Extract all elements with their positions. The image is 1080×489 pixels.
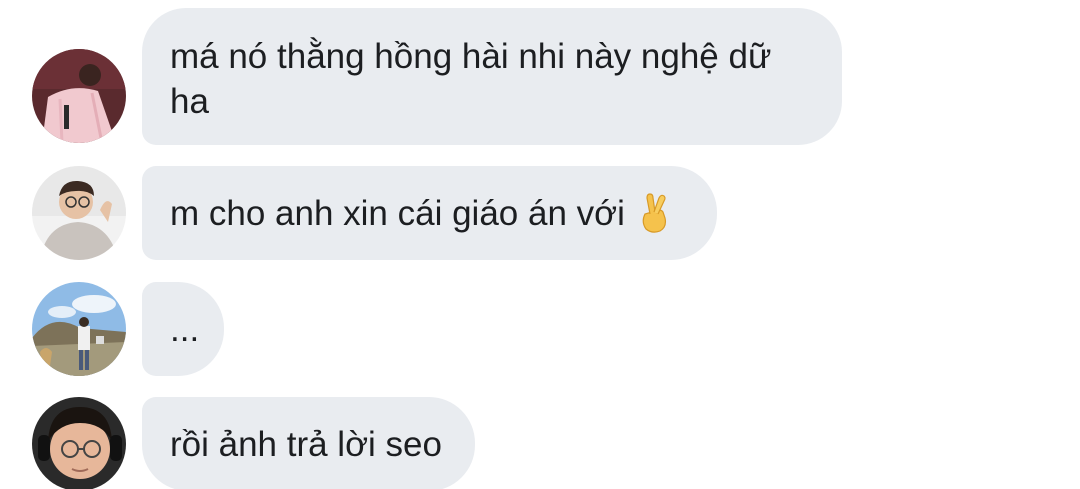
avatar-glasses-hoodie-image [32, 166, 126, 260]
avatar[interactable] [32, 397, 126, 489]
crossed-fingers-icon [637, 192, 671, 234]
message-text: ... [170, 309, 200, 349]
chat-thread: má nó thằng hồng hài nhi này nghệ dữ ha … [0, 0, 1080, 489]
message-text: m cho anh xin cái giáo án với [170, 193, 625, 233]
message-text: rồi ảnh trả lời seo [170, 424, 442, 464]
message-text: má nó thằng hồng hài nhi này nghệ dữ ha [170, 37, 772, 121]
avatar-outdoor-field-image [32, 282, 126, 376]
avatar[interactable] [32, 282, 126, 376]
avatar-headphones-glasses-image [32, 397, 126, 489]
avatar-pink-jacket-image [32, 49, 126, 143]
message-bubble[interactable]: má nó thằng hồng hài nhi này nghệ dữ ha [142, 8, 842, 145]
avatar[interactable] [32, 49, 126, 143]
avatar[interactable] [32, 166, 126, 260]
message-bubble[interactable]: m cho anh xin cái giáo án với [142, 166, 717, 260]
message-bubble[interactable]: rồi ảnh trả lời seo [142, 397, 475, 489]
message-bubble[interactable]: ... [142, 282, 224, 376]
